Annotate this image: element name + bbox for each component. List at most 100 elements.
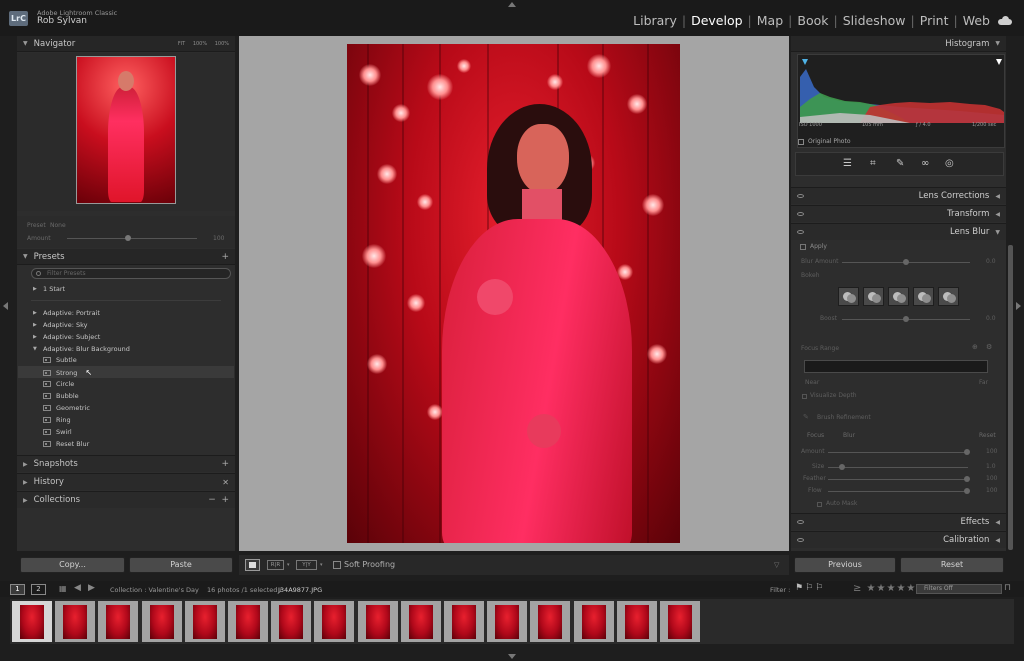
swap-before-after-button[interactable]: Y|Y — [296, 560, 317, 570]
copy-settings-dropdown-icon[interactable]: ▾ — [320, 562, 323, 568]
bottom-panel-toggle-icon[interactable] — [508, 654, 516, 659]
history-header[interactable]: ▶ History ✕ — [17, 473, 235, 490]
blur-amount-slider[interactable] — [842, 259, 970, 265]
loupe-view-button[interactable] — [245, 559, 260, 571]
collections-header[interactable]: ▶ Collections − + — [17, 491, 235, 508]
masking-icon[interactable]: ◎ — [945, 158, 954, 169]
lens-corrections-header[interactable]: Lens Corrections ◀ — [791, 187, 1006, 204]
brush-feather-slider[interactable] — [828, 476, 970, 482]
navigator-thumbnail[interactable] — [76, 56, 176, 204]
soft-proofing-checkbox[interactable] — [333, 561, 341, 569]
navigator-zoom-options[interactable]: FIT 100% 100% — [178, 41, 229, 47]
module-book[interactable]: Book — [797, 13, 828, 28]
boost-slider[interactable] — [842, 316, 970, 322]
healing-brush-icon[interactable]: ✎ — [896, 158, 904, 169]
filmstrip-filename[interactable]: J34A9877.JPG — [278, 586, 322, 594]
filmstrip-thumb[interactable] — [659, 600, 701, 643]
main-photo[interactable] — [347, 44, 680, 543]
presets-header[interactable]: ▼ Presets + — [17, 249, 235, 265]
flag-filter-icons[interactable]: ⚑⚐⚐ — [795, 583, 825, 593]
grid-view-icon[interactable]: ▦ — [59, 584, 67, 593]
bokeh-swirl-button[interactable] — [938, 287, 959, 306]
visualize-depth-checkbox[interactable] — [802, 394, 807, 399]
brush-size-slider[interactable] — [828, 464, 968, 470]
preset-item-geometric[interactable]: Geometric — [43, 404, 90, 412]
filmstrip-thumb[interactable] — [183, 600, 226, 643]
focus-range-picker-icon[interactable]: ⊕ — [972, 343, 978, 351]
effects-header[interactable]: Effects ◀ — [791, 513, 1006, 530]
transform-eye-icon[interactable] — [797, 212, 804, 216]
preset-item-subtle[interactable]: Subtle — [43, 356, 77, 364]
preset-group-adaptive-subject[interactable]: ▶ Adaptive: Subject — [33, 333, 100, 341]
bokeh-circle-button[interactable] — [838, 287, 859, 306]
preset-item-bubble[interactable]: Bubble — [43, 392, 79, 400]
red-eye-icon[interactable]: ∞ — [921, 158, 929, 169]
edit-sliders-icon[interactable]: ☰ — [843, 158, 852, 169]
preset-item-reset-blur[interactable]: Reset Blur — [43, 440, 89, 448]
add-preset-icon[interactable]: + — [221, 252, 229, 262]
navigator-header[interactable]: ▼ Navigator FIT 100% 100% — [17, 36, 235, 52]
filters-off-dropdown[interactable]: Filters Off — [916, 584, 1002, 594]
filmstrip-thumb[interactable] — [615, 600, 658, 643]
preset-item-strong[interactable]: Strong ↖ — [43, 368, 92, 377]
primary-window-button[interactable]: 1 — [10, 584, 25, 595]
blur-tab[interactable]: Blur — [843, 432, 855, 439]
reset-button[interactable]: Reset — [900, 557, 1004, 573]
clear-history-icon[interactable]: ✕ — [222, 478, 229, 487]
filter-lock-icon[interactable]: ⊓ — [1004, 583, 1011, 593]
filmstrip-thumb[interactable] — [399, 600, 442, 643]
calibration-header[interactable]: Calibration ◀ — [791, 531, 1006, 548]
focus-range-settings-icon[interactable]: ⚙ — [986, 343, 992, 351]
bokeh-bubble-button[interactable] — [863, 287, 884, 306]
add-snapshot-icon[interactable]: + — [221, 459, 229, 469]
filmstrip-thumb[interactable] — [140, 600, 183, 643]
right-panel-scrollbar[interactable] — [1008, 245, 1013, 550]
lens-blur-apply-checkbox[interactable] — [800, 244, 806, 250]
secondary-window-button[interactable]: 2 — [31, 584, 46, 595]
filmstrip-thumb[interactable] — [270, 600, 313, 643]
filmstrip-thumb[interactable] — [313, 600, 356, 643]
crop-icon[interactable]: ⌗ — [870, 158, 876, 169]
collections-remove-add-icon[interactable]: − + — [208, 495, 229, 505]
lens-blur-header[interactable]: Lens Blur ▼ — [791, 223, 1006, 240]
before-after-dropdown-icon[interactable]: ▾ — [287, 562, 290, 568]
back-arrow-icon[interactable]: ◀ — [74, 583, 81, 593]
left-panel-toggle-icon[interactable] — [3, 302, 8, 310]
preset-group-1-start[interactable]: ▶ 1 Start — [33, 285, 65, 293]
copy-button[interactable]: Copy... — [20, 557, 125, 573]
original-photo-checkbox[interactable] — [798, 139, 804, 145]
brush-amount-slider[interactable] — [828, 449, 970, 455]
preset-item-circle[interactable]: Circle — [43, 380, 74, 388]
preset-item-swirl[interactable]: Swirl — [43, 428, 72, 436]
bokeh-geometric-button[interactable] — [888, 287, 909, 306]
filmstrip-thumb[interactable] — [97, 600, 140, 643]
snapshots-header[interactable]: ▶ Snapshots + — [17, 455, 235, 472]
user-name[interactable]: Rob Sylvan — [37, 16, 87, 26]
previous-button[interactable]: Previous — [794, 557, 896, 573]
preset-item-ring[interactable]: Ring — [43, 416, 71, 424]
transform-header[interactable]: Transform ◀ — [791, 205, 1006, 222]
preset-group-adaptive-portrait[interactable]: ▶ Adaptive: Portrait — [33, 309, 100, 317]
brush-reset-button[interactable]: Reset — [979, 432, 996, 439]
paste-button[interactable]: Paste — [129, 557, 233, 573]
toolbar-menu-icon[interactable]: ▽ — [774, 561, 779, 569]
rating-filter-stars[interactable]: ≥ ★★★★★ — [853, 583, 916, 594]
preset-filter-input[interactable]: Filter Presets — [31, 268, 231, 279]
calibration-eye-icon[interactable] — [797, 538, 804, 542]
cloud-sync-icon[interactable] — [998, 16, 1012, 25]
filmstrip-source[interactable]: Collection : Valentine's Day — [110, 586, 199, 594]
before-after-button[interactable]: R|R — [267, 560, 284, 570]
filmstrip-thumb[interactable] — [227, 600, 269, 643]
navigator-preview[interactable] — [17, 53, 235, 211]
brush-flow-slider[interactable] — [828, 488, 970, 494]
histogram-chart[interactable] — [797, 54, 1005, 148]
module-slideshow[interactable]: Slideshow — [843, 13, 906, 28]
focus-tab[interactable]: Focus — [807, 432, 824, 439]
filmstrip-thumb[interactable] — [356, 600, 399, 643]
lens-blur-eye-icon[interactable] — [797, 230, 804, 234]
auto-mask-checkbox[interactable] — [817, 502, 822, 507]
module-library[interactable]: Library — [633, 13, 677, 28]
histogram-header[interactable]: Histogram ▼ — [791, 36, 1006, 52]
filmstrip-thumb[interactable] — [443, 600, 485, 643]
preset-group-adaptive-sky[interactable]: ▶ Adaptive: Sky — [33, 321, 88, 329]
